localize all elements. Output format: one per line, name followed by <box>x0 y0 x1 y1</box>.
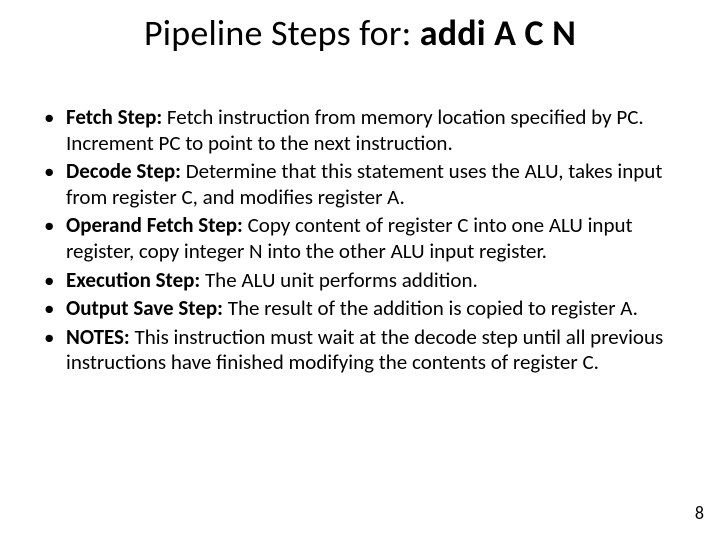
slide-body: Fetch Step: Fetch instruction from memor… <box>40 105 680 379</box>
list-item: Decode Step: Determine that this stateme… <box>40 159 680 210</box>
bullet-label: Fetch Step: <box>66 104 162 130</box>
list-item: Fetch Step: Fetch instruction from memor… <box>40 105 680 156</box>
bullet-label: Decode Step: <box>66 158 181 184</box>
bullet-text: The result of the addition is copied to … <box>223 295 638 321</box>
slide: Pipeline Steps for: addi A C N Fetch Ste… <box>0 0 720 540</box>
bullet-list: Fetch Step: Fetch instruction from memor… <box>40 105 680 322</box>
list-item: NOTES: This instruction must wait at the… <box>40 325 680 376</box>
list-item: Output Save Step: The result of the addi… <box>40 296 680 322</box>
title-prefix: Pipeline Steps for: <box>144 11 420 55</box>
list-item: Execution Step: The ALU unit performs ad… <box>40 268 680 294</box>
list-item: Operand Fetch Step: Copy content of regi… <box>40 213 680 264</box>
notes-list: NOTES: This instruction must wait at the… <box>40 325 680 376</box>
slide-title: Pipeline Steps for: addi A C N <box>0 14 720 54</box>
notes-text: This instruction must wait at the decode… <box>66 324 663 376</box>
bullet-label: Output Save Step: <box>66 295 223 321</box>
notes-label: NOTES: <box>66 324 130 350</box>
page-number: 8 <box>695 502 704 524</box>
bullet-text: The ALU unit performs addition. <box>200 267 478 293</box>
bullet-label: Operand Fetch Step: <box>66 212 243 238</box>
title-bold: addi A C N <box>420 11 576 55</box>
bullet-label: Execution Step: <box>66 267 200 293</box>
